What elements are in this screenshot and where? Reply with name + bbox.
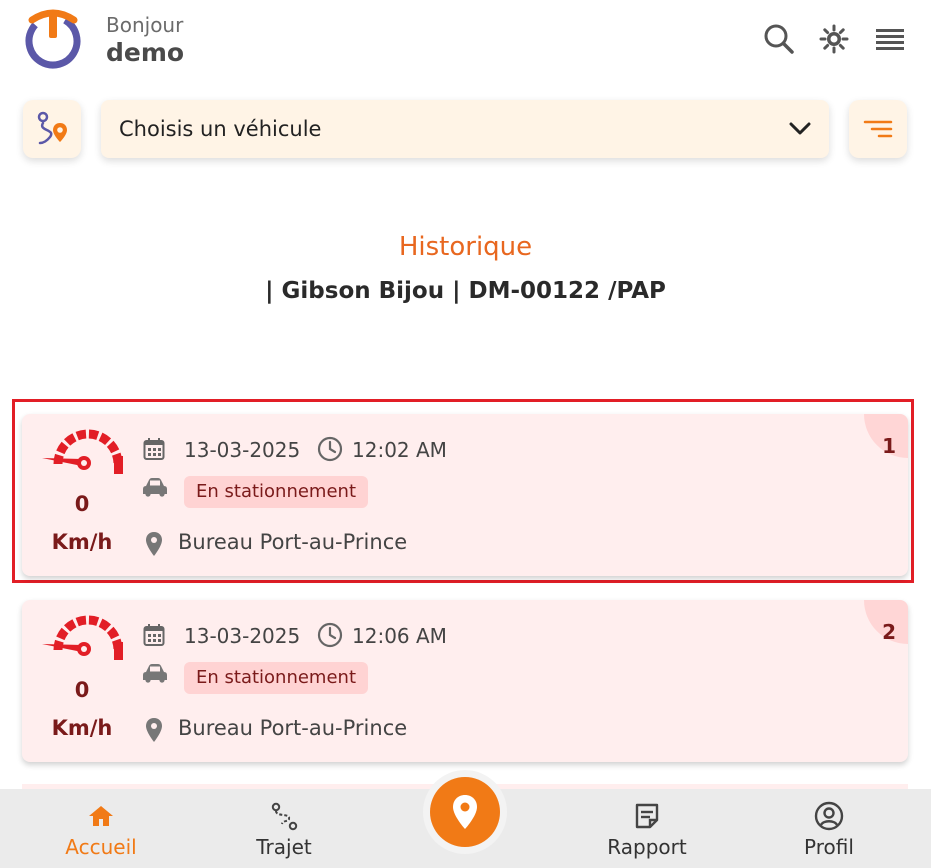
- nav-label-rapport: Rapport: [607, 835, 687, 859]
- filter-button[interactable]: [849, 100, 907, 158]
- speedometer-icon: [42, 429, 123, 474]
- clock-icon: [316, 435, 344, 463]
- history-vehicle-subtitle: | Gibson Bijou | DM-00122 /PAP: [265, 278, 666, 304]
- username-label: demo: [106, 38, 185, 67]
- speed-unit: Km/h: [51, 716, 113, 740]
- record-location: Bureau Port-au-Prince: [178, 716, 408, 740]
- history-record-card[interactable]: 1 0 Km/h 13-03-2025 12:02 AM En stationn…: [22, 414, 908, 576]
- vehicle-select-placeholder: Choisis un véhicule: [119, 117, 322, 141]
- sun-icon[interactable]: [817, 22, 851, 56]
- nav-item-rapport[interactable]: Rapport: [598, 789, 696, 868]
- history-record-card[interactable]: 2 0 Km/h 13-03-2025 12:06 AM En stationn…: [22, 600, 908, 762]
- search-icon[interactable]: [762, 22, 796, 56]
- car-icon: [141, 476, 169, 498]
- profile-icon: [814, 801, 844, 831]
- record-number: 2: [882, 620, 896, 644]
- record-time: 12:02 AM: [352, 438, 447, 462]
- nav-item-profil[interactable]: Profil: [789, 789, 869, 868]
- record-date: 13-03-2025: [184, 624, 301, 648]
- vehicle-select[interactable]: Choisis un véhicule: [101, 100, 829, 158]
- route-pin-icon: [37, 111, 67, 145]
- record-time: 12:06 AM: [352, 624, 447, 648]
- history-title: Historique: [398, 232, 533, 262]
- speedometer-icon: [42, 615, 123, 660]
- location-pin-icon: [144, 530, 164, 558]
- live-location-button[interactable]: [430, 777, 500, 847]
- nav-label-profil: Profil: [804, 835, 854, 859]
- app-logo: [25, 9, 81, 69]
- speed-unit: Km/h: [51, 530, 113, 554]
- greeting-label: Bonjour: [106, 13, 184, 37]
- status-badge: En stationnement: [184, 476, 369, 508]
- route-map-button[interactable]: [23, 100, 81, 158]
- route-icon: [269, 801, 299, 831]
- speed-value: 0: [74, 678, 90, 702]
- clock-icon: [316, 621, 344, 649]
- car-icon: [141, 662, 169, 684]
- nav-item-accueil[interactable]: Accueil: [60, 789, 142, 868]
- nav-label-trajet: Trajet: [256, 835, 312, 859]
- location-pin-icon: [144, 716, 164, 744]
- chevron-down-icon: [789, 122, 811, 135]
- status-badge: En stationnement: [184, 662, 369, 694]
- menu-icon[interactable]: [873, 22, 907, 56]
- nav-item-trajet[interactable]: Trajet: [243, 789, 325, 868]
- record-number: 1: [882, 434, 896, 458]
- location-pin-icon: [453, 795, 477, 829]
- filter-icon: [863, 120, 893, 138]
- calendar-icon: [142, 622, 166, 648]
- report-icon: [634, 801, 660, 831]
- nav-label-accueil: Accueil: [65, 835, 137, 859]
- app-screen: Bonjour demo Choisis un véhicule Histori…: [0, 0, 931, 868]
- record-location: Bureau Port-au-Prince: [178, 530, 408, 554]
- calendar-icon: [142, 436, 166, 462]
- record-date: 13-03-2025: [184, 438, 301, 462]
- home-icon: [88, 801, 114, 831]
- speed-value: 0: [74, 492, 90, 516]
